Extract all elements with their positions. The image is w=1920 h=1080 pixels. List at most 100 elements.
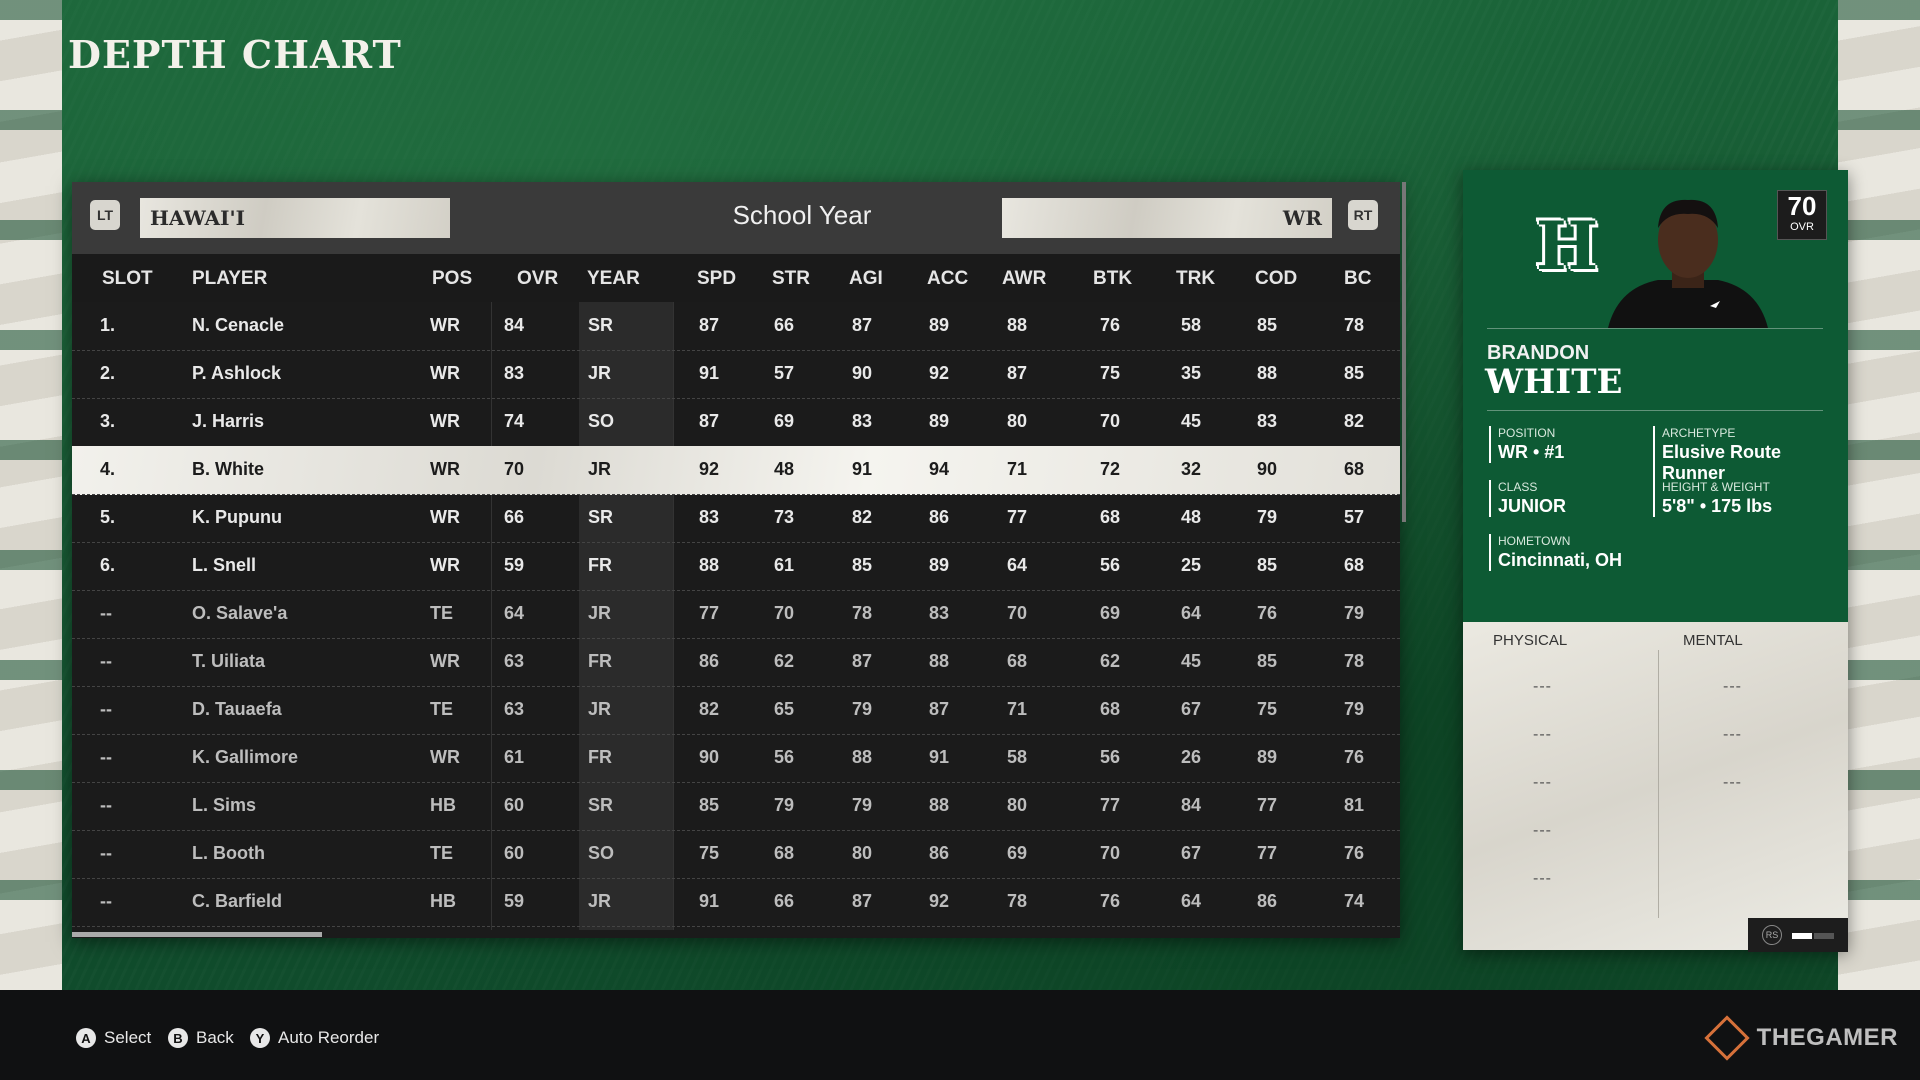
column-header-trk[interactable]: TRK [1176,268,1215,290]
cell-trk: 67 [1181,699,1202,719]
cell-awr: 87 [1007,363,1028,383]
table-row[interactable]: -- T. Uiliata WR 63 FR 86 62 87 88 68 62 45 85 78 [72,638,1400,687]
cell-slot: -- [100,891,112,911]
table-row[interactable]: -- L. Booth TE 60 SO 75 68 80 86 69 70 67 77 76 [72,830,1400,879]
cell-trk: 35 [1181,363,1202,383]
physical-value: --- [1533,678,1552,695]
cell-player: L. Snell [192,555,257,575]
hometown-label: HOMETOWN [1498,534,1571,548]
height-weight-value: 5'8" • 175 lbs [1662,496,1773,516]
table-row[interactable]: -- L. Sims HB 60 SR 85 79 79 88 80 77 84 77 81 [72,782,1400,831]
cell-spd: 77 [699,603,720,623]
cell-trk: 58 [1181,315,1202,335]
cell-bc: 68 [1344,555,1365,575]
column-header-awr[interactable]: AWR [1002,268,1046,290]
cell-slot: 5. [100,507,116,527]
column-header-bc[interactable]: BC [1344,268,1371,290]
cell-acc: 88 [929,795,950,815]
table-row[interactable]: 5. K. Pupunu WR 66 SR 83 73 82 86 77 68 48 79 57 [72,494,1400,543]
cell-player: L. Booth [192,843,265,863]
cell-slot: 6. [100,555,116,575]
table-row[interactable]: -- C. Barfield HB 59 JR 91 66 87 92 78 76 64 86 74 [72,878,1400,927]
archetype-label: ARCHETYPE [1662,426,1736,440]
cell-bc: 68 [1344,459,1365,479]
cell-cod: 85 [1257,315,1278,335]
cell-awr: 71 [1007,459,1028,479]
control-auto-reorder[interactable]: Y Auto Reorder [250,1028,379,1048]
control-label: Back [196,1028,234,1047]
cell-agi: 90 [852,363,873,383]
cell-pos: TE [430,843,454,863]
column-header-btk[interactable]: BTK [1093,268,1132,290]
column-header-year[interactable]: YEAR [587,268,640,290]
rt-button[interactable]: RT [1348,200,1378,230]
cell-str: 66 [774,891,795,911]
team-selector[interactable]: HAWAI'I [140,198,450,238]
control-label: Auto Reorder [278,1028,380,1047]
cell-agi: 82 [852,507,873,527]
table-row[interactable]: -- O. Salave'a TE 64 JR 77 70 78 83 70 69 64 76 79 [72,590,1400,639]
table-row[interactable]: 2. P. Ashlock WR 83 JR 91 57 90 92 87 75 35 88 85 [72,350,1400,399]
hometown-value: Cincinnati, OH [1498,550,1623,570]
mental-header: MENTAL [1683,632,1743,649]
table-row[interactable]: 3. J. Harris WR 74 SO 87 69 83 89 80 70 45 83 82 [72,398,1400,447]
physical-value: --- [1533,870,1552,887]
column-header-pos[interactable]: POS [432,268,472,290]
cell-btk: 77 [1100,795,1121,815]
cell-spd: 91 [699,363,720,383]
column-header-slot[interactable]: SLOT [102,268,153,290]
cell-awr: 80 [1007,795,1028,815]
mental-value: --- [1723,726,1742,743]
control-back[interactable]: B Back [168,1028,234,1048]
depth-chart-panel: LT HAWAI'I School Year WR RT SLOT PLAYER P… [72,182,1406,938]
cell-str: 61 [774,555,795,575]
cell-btk: 69 [1100,603,1121,623]
physical-value: --- [1533,774,1552,791]
card-divider [1487,410,1823,411]
lt-button[interactable]: LT [90,200,120,230]
cell-str: 69 [774,411,795,431]
column-header-acc[interactable]: ACC [927,268,968,290]
cell-pos: HB [430,891,456,911]
cell-agi: 83 [852,411,873,431]
table-row[interactable]: 1. N. Cenacle WR 84 SR 87 66 87 89 88 76 58 85 78 [72,302,1400,351]
column-header-spd[interactable]: SPD [697,268,736,290]
cell-agi: 80 [852,843,873,863]
ovr-label: OVR [1790,221,1814,233]
cell-cod: 88 [1257,363,1278,383]
cell-btk: 56 [1100,555,1121,575]
table-row[interactable]: -- K. Gallimore WR 61 FR 90 56 88 91 58 56 26 89 76 [72,734,1400,783]
column-header-ovr[interactable]: OVR [517,268,558,290]
cell-cod: 85 [1257,651,1278,671]
cell-slot: 1. [100,315,116,335]
cell-bc: 81 [1344,795,1365,815]
cell-awr: 80 [1007,411,1028,431]
cell-btk: 70 [1100,843,1121,863]
cell-year: JR [588,891,612,911]
column-header-cod[interactable]: COD [1255,268,1297,290]
cell-trk: 25 [1181,555,1202,575]
cell-bc: 76 [1344,843,1365,863]
column-header-player[interactable]: PLAYER [192,268,267,290]
table-row[interactable]: 4. B. White WR 70 JR 92 48 91 94 71 72 32 90 68 [72,446,1400,495]
table-row[interactable]: -- D. Tauaefa TE 63 JR 82 65 79 87 71 68 67 75 79 [72,686,1400,735]
cell-awr: 64 [1007,555,1028,575]
table-row[interactable]: 6. L. Snell WR 59 FR 88 61 85 89 64 56 25 85 68 [72,542,1400,591]
position-selector[interactable]: WR [1002,198,1332,238]
watermark-text: THEGAMER [1756,1024,1898,1051]
control-select[interactable]: A Select [76,1028,151,1048]
view-toggle[interactable]: RS [1748,918,1848,952]
cell-player: K. Gallimore [192,747,299,767]
cell-pos: HB [430,795,456,815]
column-header-agi[interactable]: AGI [849,268,883,290]
cell-ovr: 83 [504,363,525,383]
column-headers: SLOT PLAYER POS OVR YEAR SPD STR AGI ACC AWR BTK TR… [72,254,1400,302]
cell-cod: 79 [1257,507,1278,527]
column-header-str[interactable]: STR [772,268,810,290]
ovr-badge: 70 OVR [1777,190,1827,240]
vertical-scrollbar[interactable] [1402,182,1406,522]
horizontal-scrollbar[interactable] [72,932,322,937]
cell-awr: 88 [1007,315,1028,335]
cell-acc: 89 [929,315,950,335]
cell-awr: 58 [1007,747,1028,767]
